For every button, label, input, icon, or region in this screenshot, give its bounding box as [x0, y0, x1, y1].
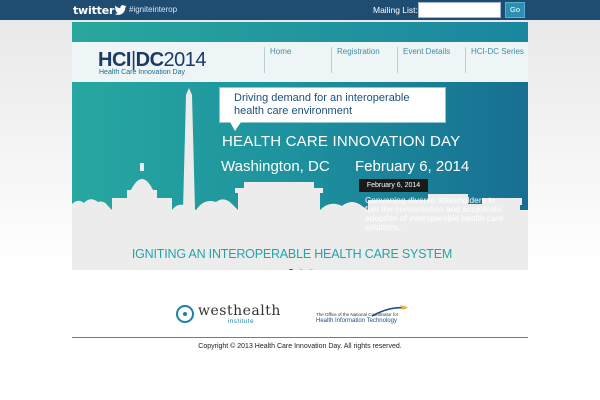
- hero-location: Washington, DC: [221, 158, 330, 175]
- slider-dot-2[interactable]: [298, 269, 304, 270]
- top-bar: twitter #igniteinterop Mailing List: Go: [0, 0, 600, 20]
- mailing-list-input[interactable]: [418, 2, 501, 18]
- footer-divider: [72, 337, 528, 338]
- go-button[interactable]: Go: [505, 2, 525, 18]
- hashtag-link[interactable]: #igniteinterop: [129, 5, 177, 14]
- copyright-text: Copyright © 2013 Health Care Innovation …: [198, 343, 402, 350]
- hero-title: HEALTH CARE INNOVATION DAY: [222, 133, 461, 150]
- slider-dot-1[interactable]: [288, 269, 294, 270]
- twitter-logo[interactable]: twitter: [73, 3, 127, 17]
- onc-office-text: The Office of the National Coordinator f…: [316, 312, 399, 317]
- hero-date: February 6, 2014: [355, 158, 470, 175]
- slider-pagination: [288, 269, 316, 270]
- callout-text: Driving demand for an interoperable heal…: [234, 92, 410, 117]
- west-health-dot-icon: [183, 312, 187, 316]
- callout-tail: [230, 122, 241, 131]
- onc-hit-text: Health Information Technology: [316, 318, 397, 324]
- west-health-logo[interactable]: westhealth institute: [176, 303, 284, 327]
- caption-date-badge: February 6, 2014: [359, 179, 428, 192]
- slider-dot-3[interactable]: [308, 269, 314, 270]
- onc-logo[interactable]: The Office of the National Coordinator f…: [314, 304, 424, 328]
- twitter-bird-icon: [115, 5, 127, 15]
- hero-banner: HCI|DC2014 Health Care Innovation Day Ho…: [72, 22, 528, 270]
- caption-text: Convening diverse stakeholders to fuel t…: [365, 195, 504, 232]
- mailing-list-label: Mailing List:: [373, 5, 418, 15]
- banner-tagline: IGNITING AN INTEROPERABLE HEALTH CARE SY…: [131, 247, 453, 261]
- twitter-wordmark: twitter: [73, 3, 115, 17]
- west-health-wordmark: westhealth: [198, 303, 281, 319]
- west-health-institute: institute: [228, 319, 255, 325]
